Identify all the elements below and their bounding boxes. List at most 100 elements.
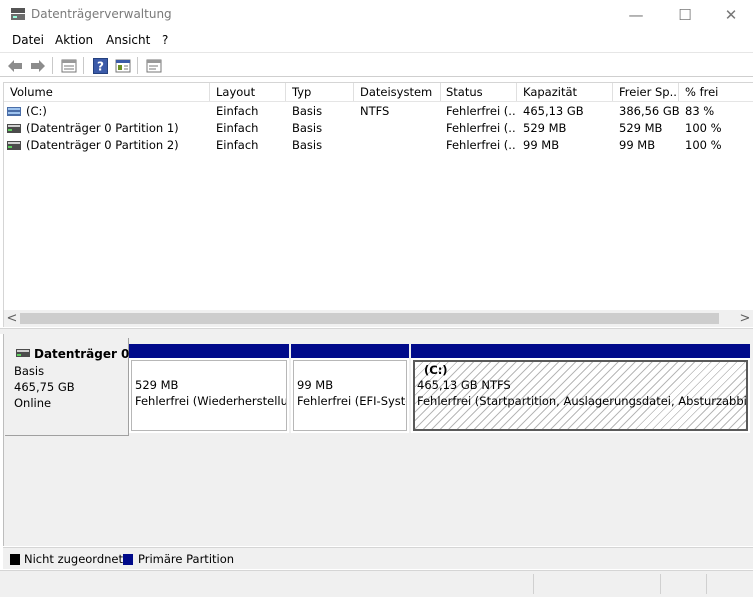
primary-partition-bar <box>291 344 409 358</box>
cell-status: Fehlerfrei (... <box>446 104 516 118</box>
column-volume[interactable]: Volume <box>10 85 208 99</box>
primary-partition-bar <box>411 344 750 358</box>
partition-body: 529 MB Fehlerfrei (Wiederherstellun <box>131 360 287 431</box>
cell-prozent-frei: 100 % <box>685 121 722 135</box>
volume-list-header: Volume Layout Typ Dateisystem Status Kap… <box>4 83 753 102</box>
cell-freier-speicher: 99 MB <box>619 138 656 152</box>
column-divider[interactable] <box>353 83 354 101</box>
disk-icon <box>16 349 30 357</box>
toolbar: ? <box>0 52 753 77</box>
minimize-icon: — <box>628 5 644 24</box>
status-divider <box>533 574 534 594</box>
menu-datei[interactable]: Datei <box>12 33 44 47</box>
unallocated-swatch <box>10 554 20 565</box>
window-title: Datenträgerverwaltung <box>31 7 172 21</box>
cell-typ: Basis <box>292 121 323 135</box>
toolbar-separator <box>137 57 138 74</box>
primary-partition-bar <box>129 344 289 358</box>
console-icon <box>146 59 162 72</box>
status-divider <box>706 574 707 594</box>
maximize-button[interactable]: ☐ <box>662 0 708 29</box>
cell-freier-speicher: 529 MB <box>619 121 663 135</box>
column-divider[interactable] <box>612 83 613 101</box>
volume-drive-icon <box>7 107 21 116</box>
column-divider[interactable] <box>285 83 286 101</box>
disk-graphical-view: Datenträger 0 Basis 465,75 GB Online 529… <box>3 334 753 546</box>
scroll-left-button[interactable]: < <box>4 310 20 327</box>
disk-name: Datenträger 0 <box>34 347 130 361</box>
cell-volume: (Datenträger 0 Partition 1) <box>26 121 179 135</box>
column-freier-speicher[interactable]: Freier Sp... <box>619 85 677 99</box>
column-divider[interactable] <box>678 83 679 101</box>
column-status[interactable]: Status <box>446 85 516 99</box>
cell-kapazitaet: 529 MB <box>523 121 567 135</box>
disk-size: 465,75 GB <box>14 380 75 394</box>
cell-typ: Basis <box>292 138 323 152</box>
volume-list: Volume Layout Typ Dateisystem Status Kap… <box>3 82 753 327</box>
forward-arrow-icon <box>31 59 45 72</box>
toolbar-separator <box>83 57 84 74</box>
back-arrow-icon <box>8 59 22 72</box>
column-divider[interactable] <box>516 83 517 101</box>
partition-size: 99 MB <box>297 378 334 392</box>
legend-unallocated: Nicht zugeordnet <box>24 552 124 566</box>
partition-icon <box>7 141 21 150</box>
volume-row[interactable]: (C:) Einfach Basis NTFS Fehlerfrei (... … <box>4 103 753 120</box>
menu-help[interactable]: ? <box>162 33 168 47</box>
cell-volume: (Datenträger 0 Partition 2) <box>26 138 179 152</box>
menu-bar: Datei Aktion Ansicht ? <box>0 30 753 51</box>
partition-label: (C:) <box>424 363 448 377</box>
column-dateisystem[interactable]: Dateisystem <box>360 85 440 99</box>
cell-layout: Einfach <box>216 138 259 152</box>
list-view-button[interactable] <box>59 56 79 75</box>
partition-size: 529 MB <box>135 378 179 392</box>
partition-icon <box>7 124 21 133</box>
cell-layout: Einfach <box>216 121 259 135</box>
volume-row[interactable]: (Datenträger 0 Partition 2) Einfach Basi… <box>4 137 753 154</box>
column-kapazitaet[interactable]: Kapazität <box>523 85 611 99</box>
properties-button[interactable] <box>113 56 133 75</box>
close-icon: ✕ <box>724 5 738 24</box>
horizontal-scrollbar[interactable]: < > <box>4 310 753 327</box>
disk-state: Online <box>14 396 52 410</box>
minimize-button[interactable]: — <box>613 0 659 29</box>
cell-dateisystem: NTFS <box>360 104 390 118</box>
disk-info-panel[interactable]: Datenträger 0 Basis 465,75 GB Online <box>5 338 129 436</box>
help-button[interactable]: ? <box>90 56 110 75</box>
menu-ansicht[interactable]: Ansicht <box>106 33 150 47</box>
console-button[interactable] <box>144 56 164 75</box>
partition-block[interactable]: 529 MB Fehlerfrei (Wiederherstellun <box>129 344 289 433</box>
partition-body-selected: (C:) 465,13 GB NTFS Fehlerfrei (Startpar… <box>413 360 748 431</box>
partition-status: Fehlerfrei (Wiederherstellun <box>135 394 287 408</box>
column-divider[interactable] <box>440 83 441 101</box>
disk-management-app-icon <box>11 8 25 20</box>
menu-aktion[interactable]: Aktion <box>55 33 93 47</box>
chevron-left-icon: < <box>6 311 18 326</box>
partition-block-c[interactable]: (C:) 465,13 GB NTFS Fehlerfrei (Startpar… <box>411 344 750 433</box>
partition-status: Fehlerfrei (Startpartition, Auslagerungs… <box>417 394 748 408</box>
cell-layout: Einfach <box>216 104 259 118</box>
legend-primary: Primäre Partition <box>138 552 235 566</box>
volume-row[interactable]: (Datenträger 0 Partition 1) Einfach Basi… <box>4 120 753 137</box>
cell-status: Fehlerfrei (... <box>446 138 516 152</box>
forward-button[interactable] <box>28 56 48 75</box>
list-view-icon <box>61 59 77 72</box>
properties-icon <box>115 59 131 72</box>
scrollbar-thumb[interactable] <box>20 313 719 324</box>
cell-kapazitaet: 99 MB <box>523 138 560 152</box>
column-typ[interactable]: Typ <box>292 85 352 99</box>
cell-typ: Basis <box>292 104 323 118</box>
back-button[interactable] <box>5 56 25 75</box>
partition-status: Fehlerfrei (EFI-Syste <box>297 394 407 408</box>
column-layout[interactable]: Layout <box>216 85 284 99</box>
column-prozent-frei[interactable]: % frei <box>685 85 745 99</box>
cell-volume: (C:) <box>26 104 47 118</box>
close-button[interactable]: ✕ <box>708 0 753 29</box>
column-divider[interactable] <box>209 83 210 101</box>
scroll-right-button[interactable]: > <box>737 310 753 327</box>
cell-freier-speicher: 386,56 GB <box>619 104 680 118</box>
partition-block[interactable]: 99 MB Fehlerfrei (EFI-Syste <box>291 344 409 433</box>
cell-prozent-frei: 100 % <box>685 138 722 152</box>
cell-status: Fehlerfrei (... <box>446 121 516 135</box>
title-bar: Datenträgerverwaltung — ☐ ✕ <box>0 0 753 29</box>
